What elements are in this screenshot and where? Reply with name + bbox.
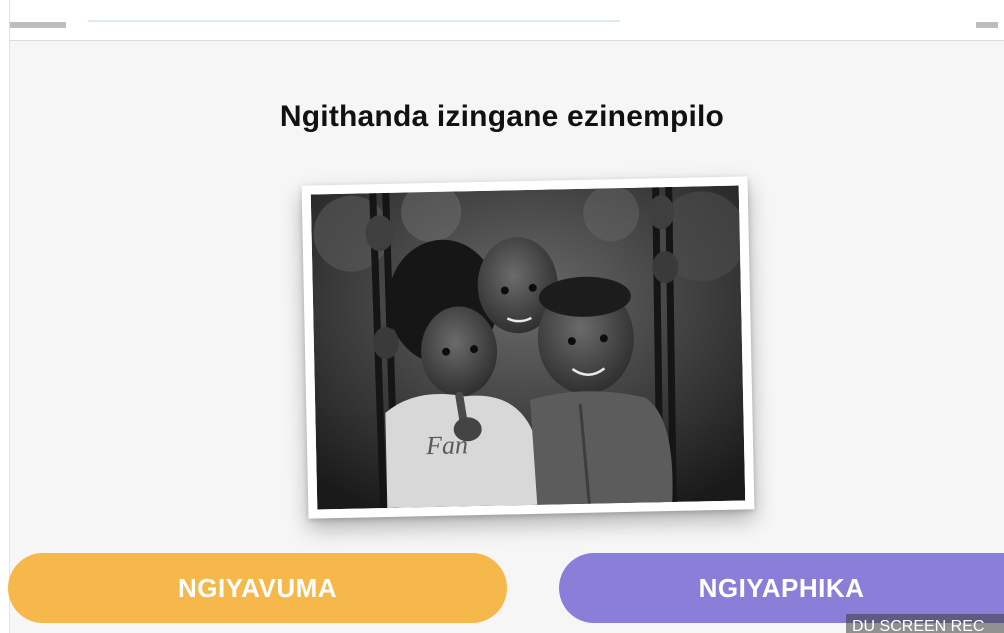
top-left-label bbox=[10, 22, 66, 28]
top-right-label bbox=[976, 22, 998, 28]
left-edge-panel bbox=[0, 0, 10, 633]
question-title: Ngithanda izingane ezinempilo bbox=[279, 100, 725, 133]
progress-bar bbox=[88, 20, 620, 22]
screen-recorder-watermark: DU SCREEN REC bbox=[846, 614, 1004, 633]
disagree-button[interactable]: NGIYAPHIKA bbox=[559, 553, 1004, 623]
photo-card: Fan bbox=[301, 176, 755, 519]
top-status-bar bbox=[0, 0, 1004, 41]
children-photo: Fan bbox=[310, 185, 746, 510]
agree-button[interactable]: NGIYAVUMA bbox=[8, 553, 507, 623]
